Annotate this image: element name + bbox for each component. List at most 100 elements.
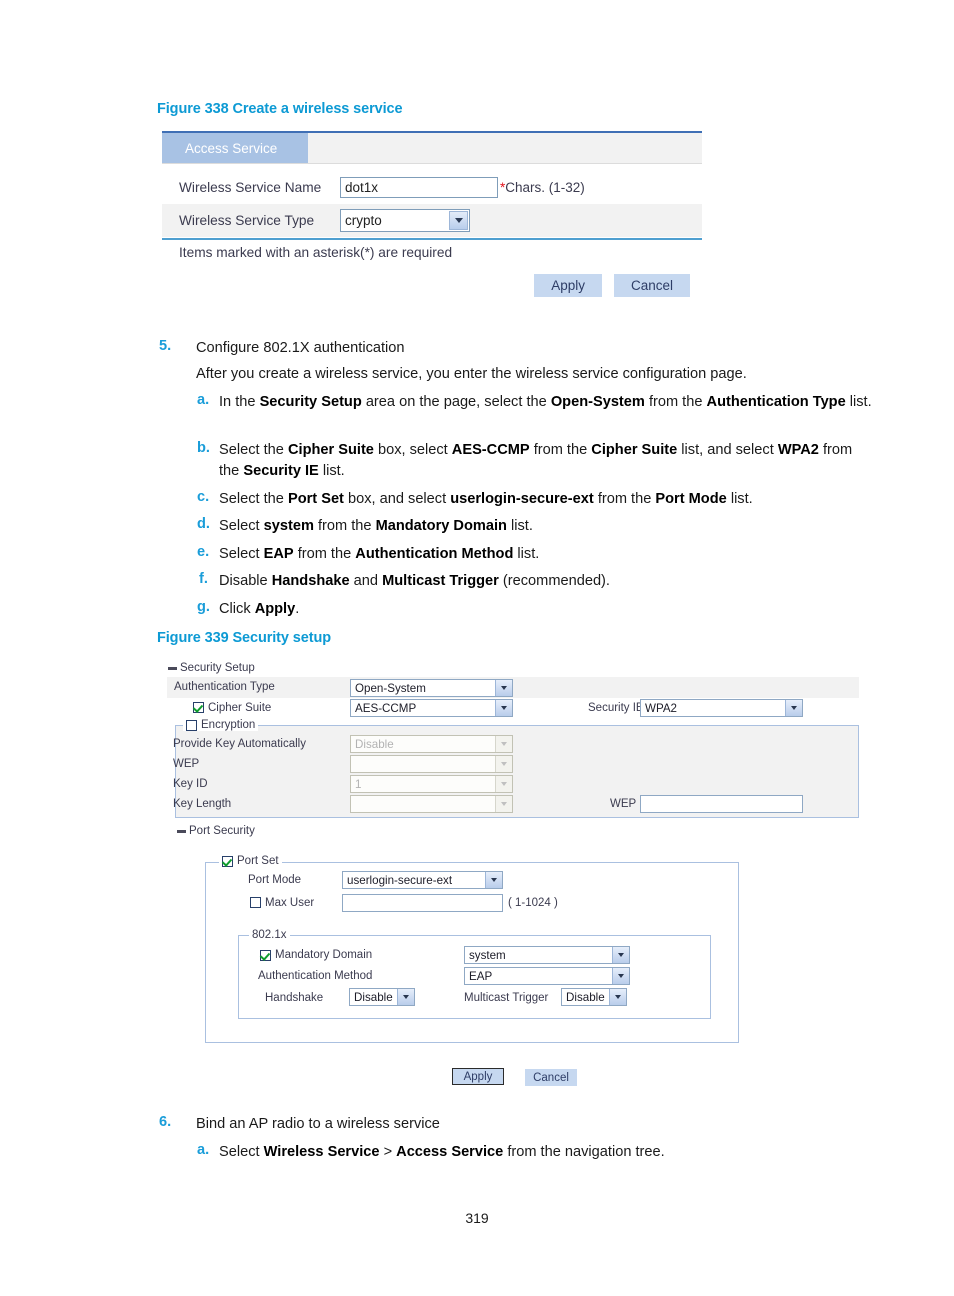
step-5e-text: Select EAP from the Authentication Metho… <box>219 546 540 562</box>
apply-button[interactable]: Apply <box>534 274 602 297</box>
chevron-down-icon[interactable] <box>495 680 512 696</box>
port-set-checkbox[interactable] <box>222 855 233 867</box>
encryption-checkbox[interactable] <box>186 719 197 731</box>
handshake-value: Disable <box>354 990 393 1004</box>
step-6-number: 6. <box>159 1114 172 1130</box>
cipher-suite-checkbox[interactable] <box>193 702 204 713</box>
security-ie-label: Security IE <box>588 702 644 714</box>
mandatory-domain-select[interactable]: system <box>464 946 630 964</box>
cipher-suite-label: Cipher Suite <box>208 702 272 714</box>
step-5c-text: Select the Port Set box, and select user… <box>219 491 753 507</box>
step-5b-marker: b. <box>197 440 210 456</box>
chevron-down-icon <box>495 736 512 752</box>
mandatory-domain-label: Mandatory Domain <box>275 949 373 961</box>
mandatory-domain-checkbox[interactable] <box>260 950 271 961</box>
step-5c-marker: c. <box>197 489 210 505</box>
step-5-number: 5. <box>159 338 172 354</box>
step-5a-text: In the Security Setup area on the page, … <box>219 394 872 410</box>
wep-key-input[interactable] <box>640 795 803 813</box>
authentication-type-select[interactable]: Open-System <box>350 679 513 697</box>
step-5d-text: Select system from the Mandatory Domain … <box>219 518 533 534</box>
form-body: Wireless Service Name dot1x *Chars. (1-3… <box>162 164 702 297</box>
wireless-service-name-value: dot1x <box>345 180 379 195</box>
wireless-service-name-input[interactable]: dot1x <box>340 177 498 198</box>
chevron-down-icon <box>495 796 512 812</box>
wireless-service-type-select[interactable]: crypto <box>340 209 470 232</box>
security-ie-select[interactable]: WPA2 <box>640 699 803 717</box>
step-5a-marker: a. <box>197 392 210 408</box>
multicast-trigger-select[interactable]: Disable <box>561 988 627 1006</box>
cipher-suite-select[interactable]: AES-CCMP <box>350 699 513 717</box>
port-set-label: Port Set <box>237 855 279 867</box>
collapse-minus-icon[interactable] <box>168 666 177 670</box>
chevron-down-icon[interactable] <box>612 947 629 963</box>
max-user-range-hint: ( 1-1024 ) <box>508 897 558 909</box>
authentication-method-value: EAP <box>469 969 493 983</box>
handshake-select[interactable]: Disable <box>349 988 415 1006</box>
wireless-service-type-value: crypto <box>345 213 382 228</box>
provide-key-automatically-select: Disable <box>350 735 513 753</box>
page-number: 319 <box>465 1210 489 1226</box>
max-user-label: Max User <box>265 897 315 909</box>
multicast-trigger-label: Multicast Trigger <box>464 992 549 1004</box>
apply-button[interactable]: Apply <box>452 1068 504 1085</box>
step-5f-text: Disable Handshake and Multicast Trigger … <box>219 573 610 589</box>
max-user-input[interactable] <box>342 894 503 912</box>
key-id-select: 1 <box>350 775 513 793</box>
port-mode-select[interactable]: userlogin-secure-ext <box>342 871 503 889</box>
wep-select <box>350 755 513 773</box>
security-setup-header-label: Security Setup <box>180 662 255 674</box>
step-5g-marker: g. <box>197 599 210 615</box>
step-6-title: Bind an AP radio to a wireless service <box>196 1116 440 1132</box>
required-items-note: Items marked with an asterisk(*) are req… <box>179 245 453 260</box>
tab-access-service[interactable]: Access Service <box>162 133 308 163</box>
chevron-down-icon[interactable] <box>449 211 468 230</box>
mandatory-domain-value: system <box>469 948 506 962</box>
step-5-intro: After you create a wireless service, you… <box>196 366 747 382</box>
security-setup-header[interactable]: Security Setup <box>168 662 255 674</box>
chevron-down-icon <box>495 756 512 772</box>
form-row-service-type: Wireless Service Type crypto <box>162 204 702 237</box>
cancel-button[interactable]: Cancel <box>613 274 690 297</box>
key-id-label: Key ID <box>173 778 208 790</box>
step-5-title: Configure 802.1X authentication <box>196 340 405 356</box>
chevron-down-icon[interactable] <box>495 700 512 716</box>
cancel-button[interactable]: Cancel <box>525 1069 577 1086</box>
port-security-header-label: Port Security <box>189 825 255 837</box>
wep-label: WEP <box>173 758 200 770</box>
step-6a-marker: a. <box>197 1142 210 1158</box>
chevron-down-icon[interactable] <box>485 872 502 888</box>
document-page: Figure 338 Create a wireless service Acc… <box>0 0 954 1296</box>
encryption-label: Encryption <box>201 719 256 731</box>
chevron-down-icon <box>495 776 512 792</box>
figure-338-button-row: Apply Cancel <box>162 260 702 297</box>
figure-339-caption: Figure 339 Security setup <box>157 630 331 646</box>
provide-key-automatically-label: Provide Key Automatically <box>173 738 306 750</box>
key-id-value: 1 <box>355 777 362 791</box>
service-name-hint-text: Chars. (1-32) <box>505 180 585 195</box>
port-set-legend: Port Set <box>219 855 282 867</box>
step-5d-marker: d. <box>197 516 210 532</box>
step-5f-marker: f. <box>199 571 208 587</box>
authentication-type-label: Authentication Type <box>174 681 275 693</box>
authentication-method-label: Authentication Method <box>258 970 373 982</box>
tab-bar: Access Service <box>162 133 702 164</box>
step-5e-marker: e. <box>197 544 210 560</box>
step-5b-text: Select the Cipher Suite box, select AES-… <box>219 442 853 479</box>
chevron-down-icon[interactable] <box>612 968 629 984</box>
authentication-type-value: Open-System <box>355 681 426 695</box>
port-mode-value: userlogin-secure-ext <box>347 873 453 887</box>
port-security-header[interactable]: Port Security <box>177 825 255 837</box>
encryption-legend: Encryption <box>183 719 259 731</box>
key-length-select <box>350 795 513 813</box>
form-row-service-name: Wireless Service Name dot1x *Chars. (1-3… <box>162 171 702 204</box>
wireless-service-type-label: Wireless Service Type <box>179 213 315 228</box>
chevron-down-icon[interactable] <box>397 989 414 1005</box>
chevron-down-icon[interactable] <box>785 700 802 716</box>
collapse-minus-icon[interactable] <box>177 829 186 833</box>
max-user-checkbox[interactable] <box>250 897 261 908</box>
step-5g-text: Click Apply. <box>219 601 300 617</box>
chevron-down-icon[interactable] <box>609 989 626 1005</box>
authentication-method-select[interactable]: EAP <box>464 967 630 985</box>
port-mode-label: Port Mode <box>248 874 302 886</box>
